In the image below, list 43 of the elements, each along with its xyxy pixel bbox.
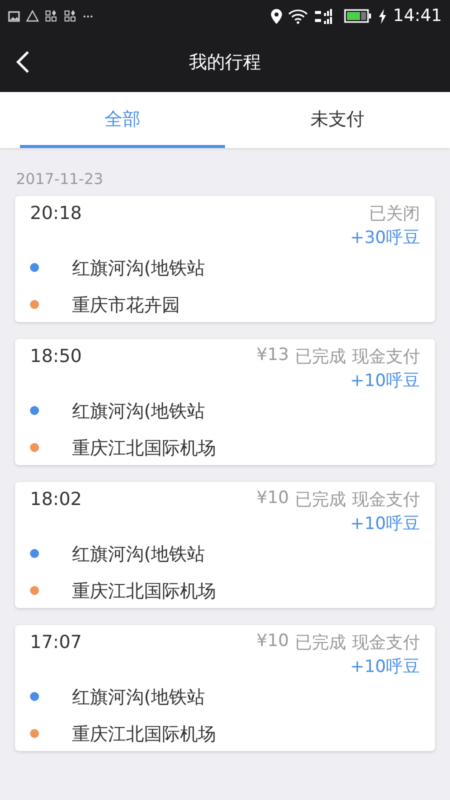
stop-name: 重庆市花卉园 (72, 294, 180, 316)
warning-icon (26, 10, 39, 22)
image-icon (8, 10, 20, 22)
stop-name: 重庆江北国际机场 (72, 580, 216, 602)
page-title: 我的行程 (189, 51, 261, 74)
points-label: +30呼豆 (349, 227, 420, 249)
trip-card[interactable]: 18:50 ¥13 已完成 现金支付 +10呼豆 红旗河沟(地铁站 重庆江北国际机场 (15, 339, 435, 465)
stop-name: 红旗河沟(地铁站 (72, 256, 206, 280)
trip-price: ¥10 (256, 488, 289, 510)
points-label: +10呼豆 (349, 370, 420, 392)
trip-status: 已关闭 (369, 203, 420, 225)
trip-status: 已完成 (295, 489, 346, 511)
trip-price: ¥10 (256, 631, 289, 653)
trip-card[interactable]: 18:02 ¥10 已完成 现金支付 +10呼豆 红旗河沟(地铁站 重庆江北国际机场 (15, 482, 435, 608)
grid-icon (64, 10, 77, 22)
location-icon (271, 8, 282, 24)
payment-method: 现金支付 (352, 632, 420, 654)
trip-time: 20:18 (30, 203, 82, 224)
trip-price: ¥13 (256, 345, 289, 367)
stop-name: 红旗河沟(地铁站 (72, 400, 206, 422)
stop-name: 红旗河沟(地铁站 (72, 542, 206, 566)
points-label: +10呼豆 (349, 513, 420, 535)
trip-status: 已完成 (295, 632, 346, 654)
payment-method: 现金支付 (352, 489, 420, 511)
more-icon (83, 14, 93, 18)
charging-icon (378, 8, 387, 24)
battery-icon (344, 9, 372, 23)
stop-name: 重庆江北国际机场 (72, 436, 216, 460)
trip-time: 18:50 (30, 346, 82, 367)
trip-status: 已完成 (295, 346, 346, 368)
payment-method: 现金支付 (352, 346, 420, 368)
wifi-icon (288, 8, 308, 24)
stop-name: 红旗河沟(地铁站 (72, 686, 206, 708)
stop-name: 重庆江北国际机场 (72, 722, 216, 746)
trip-time: 17:07 (30, 632, 82, 653)
tab[interactable]: 未支付 (225, 92, 450, 148)
points-label: +10呼豆 (349, 656, 420, 678)
grid-icon (45, 10, 58, 22)
trip-card[interactable]: 17:07 ¥10 已完成 现金支付 +10呼豆 红旗河沟(地铁站 重庆江北国际机场 (15, 625, 435, 751)
trip-card[interactable]: 20:18 已关闭 +30呼豆 红旗河沟(地铁站 重庆市花卉园 (15, 196, 435, 322)
trip-time: 18:02 (30, 489, 82, 510)
clock: 14:41 (393, 6, 442, 26)
date-label: 2017-11-23 (15, 169, 104, 190)
